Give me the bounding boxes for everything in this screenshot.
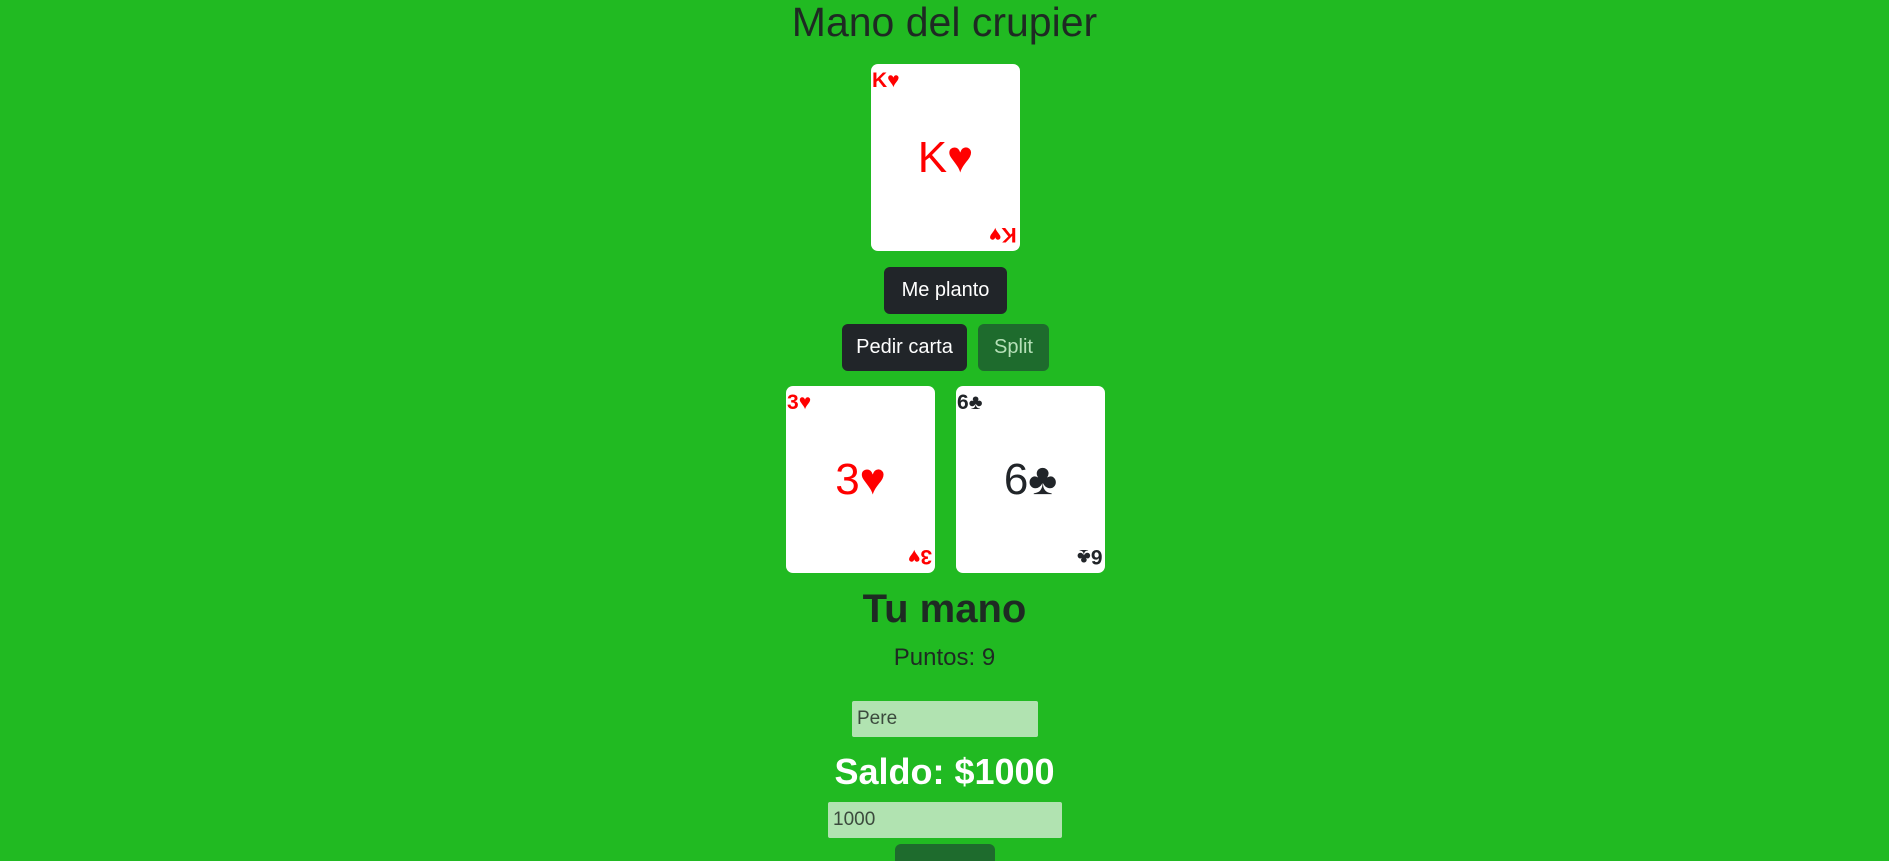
dealer-card: K♥ K♥ K♥ [871,64,1020,251]
player-name-input[interactable] [852,701,1038,737]
bet-amount-input[interactable] [828,802,1062,838]
bet-button[interactable] [895,844,995,861]
dealer-card-center: K♥ [917,133,974,182]
player-card-corner-top: 3♥ [787,391,812,414]
player-card-corner-bottom: 3♥ [907,545,932,568]
stand-button[interactable]: Me planto [884,267,1007,314]
dealer-hand-title: Mano del crupier [791,0,1098,45]
split-button[interactable]: Split [978,324,1049,371]
player-card: 6♣ 6♣ 6♣ [956,386,1105,573]
hit-button[interactable]: Pedir carta [842,324,967,371]
player-card-center: 6♣ [1003,455,1058,504]
player-card-corner-bottom: 6♣ [1076,545,1102,568]
dealer-card-corner-top: K♥ [872,69,900,92]
player-card-corner-top: 6♣ [957,391,983,414]
player-points: Puntos: 9 [893,644,996,671]
player-hand-title: Tu mano [862,587,1027,631]
player-card-center: 3♥ [835,455,886,504]
player-card: 3♥ 3♥ 3♥ [786,386,935,573]
dealer-card-corner-bottom: K♥ [989,223,1017,246]
blackjack-table: Mano del crupier K♥ K♥ K♥ Me planto Pedi… [0,0,1889,861]
balance-display: Saldo: $1000 [834,751,1055,792]
